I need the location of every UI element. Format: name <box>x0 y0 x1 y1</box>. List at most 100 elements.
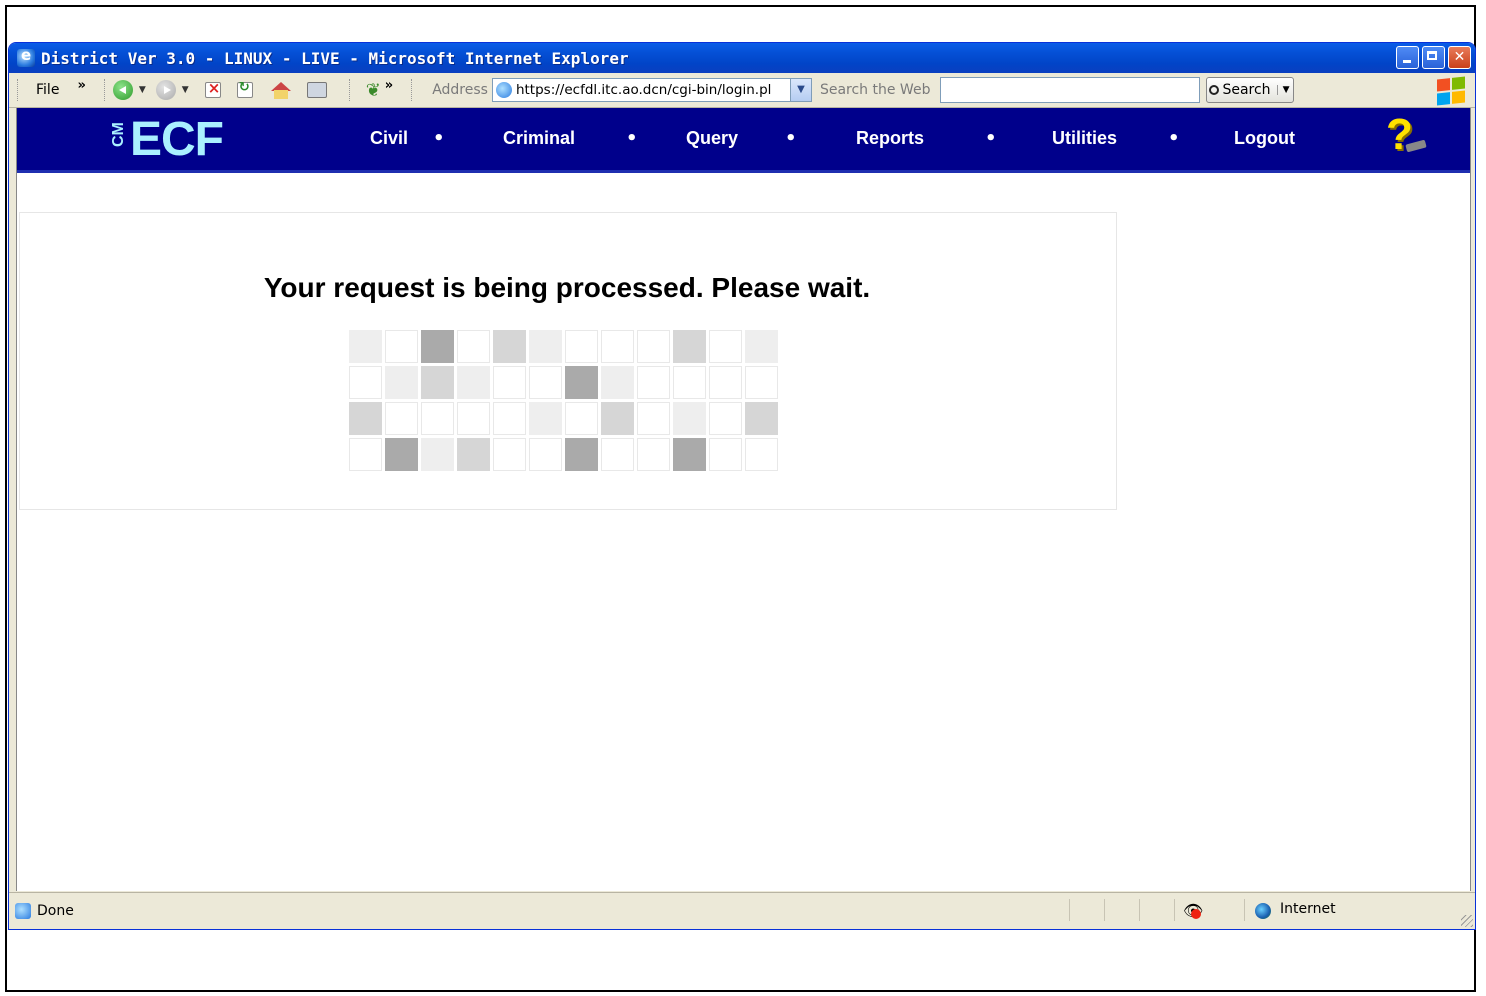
progress-cell <box>745 366 778 399</box>
progress-cell <box>457 438 490 471</box>
back-dropdown-icon[interactable]: ▼ <box>139 85 146 95</box>
window-title: District Ver 3.0 - LINUX - LIVE - Micros… <box>41 48 629 68</box>
search-dropdown-icon[interactable]: ▼ <box>1276 85 1289 95</box>
progress-cell <box>673 438 706 471</box>
nav-logout[interactable]: Logout <box>1234 128 1295 149</box>
nav-utilities[interactable]: Utilities <box>1052 128 1117 149</box>
status-bar: Done 👁 Internet <box>9 892 1475 929</box>
progress-cell <box>385 366 418 399</box>
progress-cell <box>709 366 742 399</box>
home-icon[interactable] <box>270 81 291 99</box>
toolbar-grip[interactable] <box>17 79 20 101</box>
progress-cell <box>457 366 490 399</box>
progress-cell <box>493 330 526 363</box>
progress-cell <box>457 402 490 435</box>
window-controls: ✕ <box>1396 46 1471 69</box>
nav-civil[interactable]: Civil <box>370 128 408 149</box>
toolbar-grip[interactable] <box>411 79 414 101</box>
resize-grip-icon[interactable] <box>1461 915 1473 927</box>
progress-cell <box>601 402 634 435</box>
chevron-icon[interactable]: » <box>77 78 85 93</box>
progress-cell <box>745 402 778 435</box>
nav-separator: • <box>985 128 997 149</box>
progress-grid <box>349 330 786 471</box>
progress-cell <box>421 366 454 399</box>
maximize-button[interactable] <box>1422 46 1445 69</box>
nav-criminal[interactable]: Criminal <box>503 128 575 149</box>
progress-cell <box>709 402 742 435</box>
address-bar[interactable]: https://ecfdl.itc.ao.dcn/cgi-bin/login.p… <box>491 78 812 102</box>
browser-window: District Ver 3.0 - LINUX - LIVE - Micros… <box>8 42 1476 930</box>
progress-cell <box>385 330 418 363</box>
progress-cell <box>493 402 526 435</box>
toolbar-grip[interactable] <box>348 79 352 101</box>
logo-text: ECF <box>130 113 224 166</box>
status-divider <box>1139 899 1141 921</box>
progress-cell <box>709 438 742 471</box>
help-icon[interactable]: ? <box>1386 110 1427 162</box>
popup-blocker-icon[interactable]: 👁 <box>1183 901 1203 920</box>
toolbar-grip[interactable] <box>103 79 107 101</box>
address-dropdown-icon[interactable]: ▼ <box>789 79 811 101</box>
progress-cell <box>637 438 670 471</box>
nav-separator: • <box>626 128 638 149</box>
search-button[interactable]: Search ▼ <box>1206 77 1295 103</box>
file-menu[interactable]: File <box>36 82 59 98</box>
progress-cell <box>421 402 454 435</box>
security-zone: Internet <box>1280 901 1336 917</box>
search-input[interactable] <box>940 77 1201 103</box>
wait-message: Your request is being processed. Please … <box>263 272 871 303</box>
refresh-icon[interactable] <box>236 80 253 98</box>
stop-icon[interactable] <box>204 79 221 98</box>
toolbar: File » ▼ ▼ ❦ » Address https://ecfdl.itc… <box>9 73 1475 108</box>
progress-cell <box>565 330 598 363</box>
print-icon[interactable] <box>306 82 327 98</box>
minimize-button[interactable] <box>1396 46 1419 69</box>
progress-cell <box>349 402 382 435</box>
ecf-logo[interactable]: CM ECF <box>110 112 224 167</box>
progress-cell <box>673 402 706 435</box>
title-bar[interactable]: District Ver 3.0 - LINUX - LIVE - Micros… <box>9 43 1475 73</box>
progress-cell <box>565 402 598 435</box>
search-button-label: Search <box>1222 82 1271 98</box>
progress-cell <box>349 330 382 363</box>
nav-separator: • <box>785 128 797 149</box>
progress-cell <box>673 330 706 363</box>
progress-cell <box>601 330 634 363</box>
address-url[interactable]: https://ecfdl.itc.ao.dcn/cgi-bin/login.p… <box>516 82 771 98</box>
page-status-icon <box>15 903 31 919</box>
media-icon[interactable]: ❦ <box>366 80 381 101</box>
back-icon[interactable] <box>112 80 133 100</box>
nav-separator: • <box>433 128 445 149</box>
progress-cell <box>385 438 418 471</box>
progress-cell <box>709 330 742 363</box>
ie-icon <box>17 46 35 67</box>
forward-dropdown-icon[interactable]: ▼ <box>182 85 189 95</box>
progress-cell <box>457 330 490 363</box>
progress-cell <box>529 366 562 399</box>
nav-query[interactable]: Query <box>686 128 738 149</box>
page-icon <box>495 82 512 98</box>
forward-icon[interactable] <box>155 80 176 100</box>
progress-cell <box>421 438 454 471</box>
progress-cell <box>421 330 454 363</box>
internet-zone-icon <box>1255 903 1271 919</box>
search-web-label: Search the Web <box>819 82 931 98</box>
magnifier-icon <box>1209 85 1220 95</box>
nav-reports[interactable]: Reports <box>856 128 924 149</box>
close-button[interactable]: ✕ <box>1448 46 1471 69</box>
status-divider <box>1069 899 1071 921</box>
progress-cell <box>637 402 670 435</box>
progress-cell <box>529 438 562 471</box>
status-divider <box>1174 899 1176 921</box>
windows-logo-icon <box>1437 76 1465 106</box>
progress-cell <box>601 438 634 471</box>
ecf-nav-bar: CM ECF Civil • Criminal • Query • Report… <box>17 108 1470 173</box>
address-label: Address <box>432 82 488 98</box>
progress-cell <box>349 438 382 471</box>
progress-cell <box>529 402 562 435</box>
chevron-icon[interactable]: » <box>385 78 393 93</box>
progress-cell <box>565 438 598 471</box>
progress-cell <box>529 330 562 363</box>
nav-separator: • <box>1168 128 1180 149</box>
